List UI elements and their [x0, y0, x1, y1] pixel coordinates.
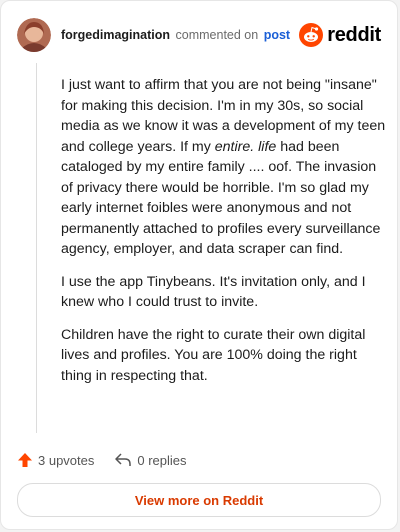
reddit-wordmark: reddit	[327, 23, 381, 46]
upvote-count: 3 upvotes	[38, 452, 95, 468]
comment-text: had been cataloged by my entire family .…	[61, 138, 381, 258]
avatar[interactable]	[17, 18, 51, 52]
comment-embed-card: forgedimagination commented on post redd…	[0, 0, 398, 530]
comment-meta: forgedimagination commented on post	[61, 28, 290, 42]
username[interactable]: forgedimagination	[61, 28, 170, 42]
comment-header: forgedimagination commented on post redd…	[17, 17, 381, 53]
reply-arrow-icon	[115, 453, 132, 466]
thread-line	[36, 63, 37, 433]
reddit-logo[interactable]: reddit	[299, 23, 381, 47]
comment-body: I just want to affirm that you are not b…	[61, 75, 386, 398]
reply-count: 0 replies	[137, 452, 187, 468]
view-more-button[interactable]: View more on Reddit	[17, 483, 381, 517]
upvote-button[interactable]: 3 upvotes	[17, 452, 94, 468]
comment-footer: 3 upvotes 0 replies	[17, 449, 187, 471]
comment-paragraph: I just want to affirm that you are not b…	[61, 75, 386, 260]
reddit-snoo-icon	[299, 23, 324, 47]
upvote-arrow-icon	[18, 453, 32, 467]
action-text: commented on	[175, 28, 259, 42]
reply-button[interactable]: 0 replies	[114, 452, 187, 468]
comment-paragraph: I use the app Tinybeans. It's invitation…	[61, 273, 366, 311]
comment-emphasis: entire. life	[214, 138, 277, 155]
comment-paragraph: Children have the right to curate their …	[61, 326, 366, 384]
post-link[interactable]: post	[264, 28, 290, 42]
